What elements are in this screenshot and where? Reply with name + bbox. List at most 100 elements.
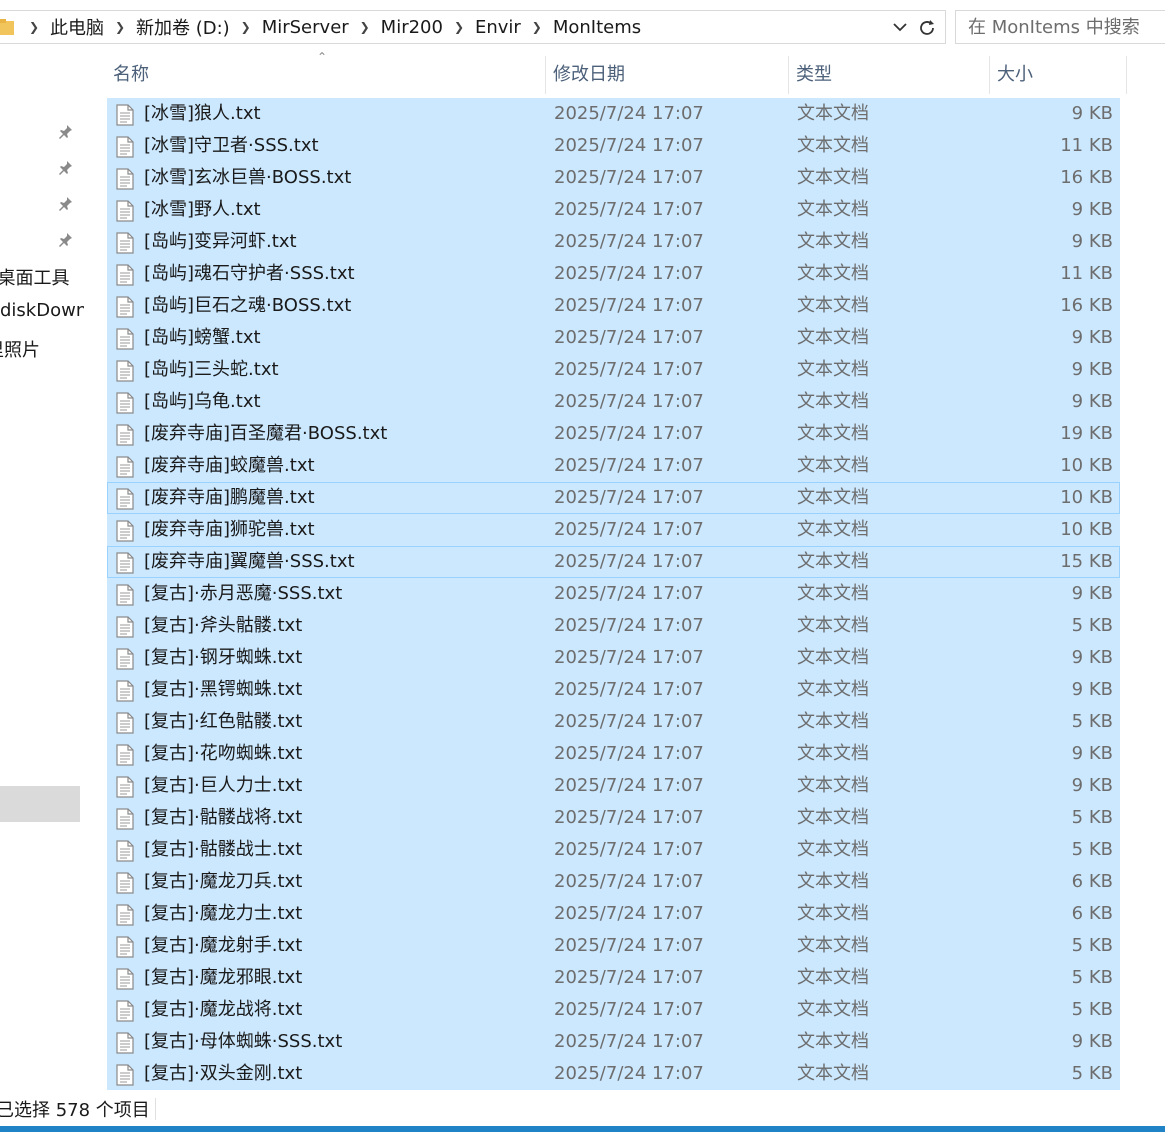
file-name: [废弃寺庙]鹏魔兽.txt [144,487,315,508]
file-row[interactable]: [复古]·魔龙射手.txt 2025/7/24 17:07 文本文档 5 KB [107,930,1120,962]
file-row[interactable]: [岛屿]螃蟹.txt 2025/7/24 17:07 文本文档 9 KB [107,322,1120,354]
column-header-name[interactable]: 名称 [107,56,546,94]
file-row[interactable]: [复古]·赤月恶魔·SSS.txt 2025/7/24 17:07 文本文档 9 KB [107,578,1120,610]
address-bar[interactable]: ❯ 此电脑 ❯ 新加卷 (D:) ❯ MirServer ❯ Mir200 ❯ … [0,10,946,44]
file-type: 文本文档 [797,1063,869,1084]
file-row[interactable]: [岛屿]巨石之魂·BOSS.txt 2025/7/24 17:07 文本文档 16 K… [107,290,1120,322]
chevron-right-icon[interactable]: ❯ [110,20,130,34]
file-size: 5 KB [1071,615,1113,636]
file-row[interactable]: [复古]·钢牙蜘蛛.txt 2025/7/24 17:07 文本文档 9 KB [107,642,1120,674]
column-header-date[interactable]: 修改日期 [547,56,789,94]
file-name: [岛屿]变异河虾.txt [144,231,297,252]
search-box[interactable] [955,10,1165,44]
file-size: 5 KB [1071,999,1113,1020]
text-document-icon [116,648,134,670]
chevron-right-icon[interactable]: ❯ [449,20,469,34]
file-row[interactable]: [岛屿]变异河虾.txt 2025/7/24 17:07 文本文档 9 KB [107,226,1120,258]
file-row[interactable]: [冰雪]野人.txt 2025/7/24 17:07 文本文档 9 KB [107,194,1120,226]
text-document-icon [116,872,134,894]
file-row[interactable]: [岛屿]三头蛇.txt 2025/7/24 17:07 文本文档 9 KB [107,354,1120,386]
file-row[interactable]: [复古]·花吻蜘蛛.txt 2025/7/24 17:07 文本文档 9 KB [107,738,1120,770]
file-type: 文本文档 [797,839,869,860]
navigation-pane: 5桌面工具 diskDown 里照片 ) ) [0,56,84,1096]
file-type: 文本文档 [797,1031,869,1052]
file-row[interactable]: [复古]·母体蜘蛛·SSS.txt 2025/7/24 17:07 文本文档 9 KB [107,1026,1120,1058]
file-row[interactable]: [废弃寺庙]翼魔兽·SSS.txt 2025/7/24 17:07 文本文档 15 K… [107,546,1120,578]
file-row[interactable]: [岛屿]魂石守护者·SSS.txt 2025/7/24 17:07 文本文档 11 K… [107,258,1120,290]
column-header-type[interactable]: 类型 [790,56,990,94]
text-document-icon [116,328,134,350]
breadcrumb-item-this-pc[interactable]: 此电脑 [44,14,110,40]
breadcrumb-item-envir[interactable]: Envir [469,17,527,38]
file-type: 文本文档 [797,871,869,892]
file-size: 9 KB [1071,1031,1113,1052]
file-row[interactable]: [废弃寺庙]狮驼兽.txt 2025/7/24 17:07 文本文档 10 KB [107,514,1120,546]
chevron-right-icon[interactable]: ❯ [236,20,256,34]
file-row[interactable]: [岛屿]乌龟.txt 2025/7/24 17:07 文本文档 9 KB [107,386,1120,418]
text-document-icon [116,168,134,190]
text-document-icon [116,776,134,798]
file-row[interactable]: [废弃寺庙]百圣魔君·BOSS.txt 2025/7/24 17:07 文本文档 19… [107,418,1120,450]
file-name: [废弃寺庙]狮驼兽.txt [144,519,315,540]
nav-item-photos[interactable]: 里照片 [0,336,40,362]
text-document-icon [116,616,134,638]
file-row[interactable]: [复古]·魔龙战将.txt 2025/7/24 17:07 文本文档 5 KB [107,994,1120,1026]
pin-icon[interactable] [58,159,76,177]
file-date: 2025/7/24 17:07 [554,231,704,252]
text-document-icon [116,712,134,734]
breadcrumb-item-mirserver[interactable]: MirServer [256,17,355,38]
text-document-icon [116,680,134,702]
file-name: [复古]·魔龙射手.txt [144,935,303,956]
file-row[interactable]: [冰雪]狼人.txt 2025/7/24 17:07 文本文档 9 KB [107,98,1120,130]
column-header-size[interactable]: 大小 [991,56,1127,94]
text-document-icon [116,488,134,510]
text-document-icon [116,104,134,126]
file-type: 文本文档 [797,231,869,252]
file-row[interactable]: [废弃寺庙]蛟魔兽.txt 2025/7/24 17:07 文本文档 10 KB [107,450,1120,482]
pin-icon[interactable] [58,195,76,213]
file-type: 文本文档 [797,135,869,156]
file-date: 2025/7/24 17:07 [554,743,704,764]
file-size: 5 KB [1071,807,1113,828]
file-type: 文本文档 [797,327,869,348]
chevron-right-icon[interactable]: ❯ [355,20,375,34]
file-row[interactable]: [复古]·斧头骷髅.txt 2025/7/24 17:07 文本文档 5 KB [107,610,1120,642]
file-row[interactable]: [复古]·骷髅战士.txt 2025/7/24 17:07 文本文档 5 KB [107,834,1120,866]
file-row[interactable]: [复古]·魔龙邪眼.txt 2025/7/24 17:07 文本文档 5 KB [107,962,1120,994]
file-size: 9 KB [1071,327,1113,348]
file-row[interactable]: [复古]·骷髅战将.txt 2025/7/24 17:07 文本文档 5 KB [107,802,1120,834]
file-date: 2025/7/24 17:07 [554,327,704,348]
file-row[interactable]: [复古]·黑锷蜘蛛.txt 2025/7/24 17:07 文本文档 9 KB [107,674,1120,706]
file-row[interactable]: [复古]·魔龙刀兵.txt 2025/7/24 17:07 文本文档 6 KB [107,866,1120,898]
file-name: [岛屿]魂石守护者·SSS.txt [144,263,355,284]
search-input[interactable] [966,11,1165,43]
file-size: 9 KB [1071,583,1113,604]
file-row[interactable]: [冰雪]玄冰巨兽·BOSS.txt 2025/7/24 17:07 文本文档 16 K… [107,162,1120,194]
file-type: 文本文档 [797,519,869,540]
breadcrumb-item-drive-d[interactable]: 新加卷 (D:) [130,14,236,40]
nav-item-selected[interactable]: ) [0,786,80,822]
nav-item-desktop-tools[interactable]: 5桌面工具 [0,264,69,290]
file-type: 文本文档 [797,103,869,124]
file-size: 11 KB [1060,263,1113,284]
file-row[interactable]: [复古]·红色骷髅.txt 2025/7/24 17:07 文本文档 5 KB [107,706,1120,738]
text-document-icon [116,424,134,446]
file-name: [冰雪]狼人.txt [144,103,261,124]
breadcrumb-item-monitems[interactable]: MonItems [547,17,647,38]
file-row[interactable]: [冰雪]守卫者·SSS.txt 2025/7/24 17:07 文本文档 11 KB [107,130,1120,162]
chevron-right-icon[interactable]: ❯ [527,20,547,34]
file-size: 9 KB [1071,679,1113,700]
file-row[interactable]: [复古]·巨人力士.txt 2025/7/24 17:07 文本文档 9 KB [107,770,1120,802]
file-row[interactable]: [复古]·魔龙力士.txt 2025/7/24 17:07 文本文档 6 KB [107,898,1120,930]
pin-icon[interactable] [58,123,76,141]
pin-icon[interactable] [58,231,76,249]
nav-item-diskdown[interactable]: diskDown [0,300,84,321]
file-row[interactable]: [废弃寺庙]鹏魔兽.txt 2025/7/24 17:07 文本文档 10 KB [107,482,1120,514]
file-row[interactable]: [复古]·双头金刚.txt 2025/7/24 17:07 文本文档 5 KB [107,1058,1120,1090]
nav-item-drive[interactable]: ) [0,372,1,393]
file-size: 5 KB [1071,935,1113,956]
refresh-icon[interactable] [916,17,938,39]
chevron-down-icon[interactable] [890,17,910,37]
breadcrumb-item-mir200[interactable]: Mir200 [375,17,449,38]
file-type: 文本文档 [797,935,869,956]
